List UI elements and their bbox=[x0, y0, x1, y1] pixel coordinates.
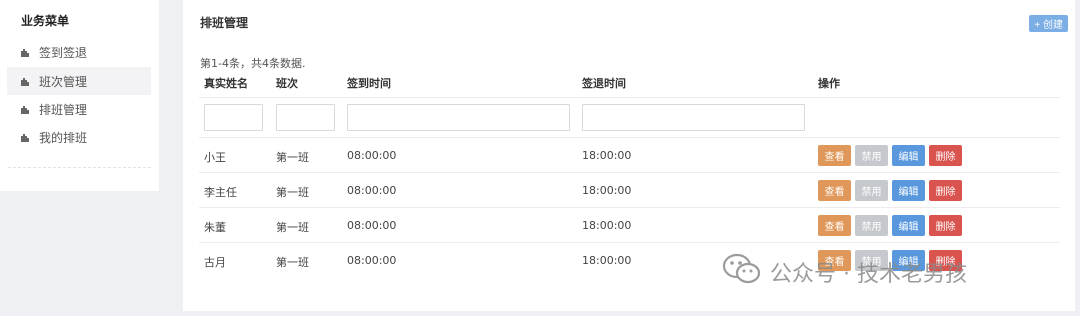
delete-button[interactable]: 删除 bbox=[929, 180, 962, 201]
watermark: 公众号 · 技术老男孩 bbox=[722, 252, 967, 292]
cell-checkout: 18:00:00 bbox=[582, 254, 632, 267]
edit-button[interactable]: 编辑 bbox=[892, 145, 925, 166]
cell-shift: 第一班 bbox=[276, 256, 309, 269]
watermark-text: 公众号 · 技术老男孩 bbox=[770, 262, 967, 287]
disable-button[interactable]: 禁用 bbox=[855, 180, 888, 201]
edit-button[interactable]: 编辑 bbox=[892, 215, 925, 236]
filter-checkin-input[interactable] bbox=[347, 104, 570, 131]
column-header-checkin: 签到时间 bbox=[347, 77, 391, 90]
view-button[interactable]: 查看 bbox=[818, 180, 851, 201]
wechat-logo-icon bbox=[722, 252, 762, 292]
pagination-summary: 第1-4条，共4条数据. bbox=[200, 57, 306, 70]
puzzle-icon bbox=[19, 103, 31, 115]
column-header-actions: 操作 bbox=[818, 77, 840, 90]
sidebar-item-label: 签到签退 bbox=[39, 45, 88, 60]
page-title: 排班管理 bbox=[200, 16, 249, 30]
header-divider bbox=[199, 97, 1060, 98]
disable-button[interactable]: 禁用 bbox=[855, 145, 888, 166]
sidebar-item-my-schedule[interactable]: 我的排班 bbox=[7, 123, 151, 151]
cell-name: 小王 bbox=[204, 151, 226, 164]
column-header-shift: 班次 bbox=[276, 77, 298, 90]
cell-checkin: 08:00:00 bbox=[347, 219, 397, 232]
row-divider bbox=[199, 242, 1060, 243]
cell-name: 朱董 bbox=[204, 221, 226, 234]
cell-checkin: 08:00:00 bbox=[347, 184, 397, 197]
cell-checkin: 08:00:00 bbox=[347, 254, 397, 267]
sidebar-title: 业务菜单 bbox=[21, 14, 70, 28]
edit-button[interactable]: 编辑 bbox=[892, 180, 925, 201]
sidebar-item-label: 我的排班 bbox=[39, 130, 88, 145]
column-header-checkout: 签退时间 bbox=[582, 77, 626, 90]
cell-checkout: 18:00:00 bbox=[582, 149, 632, 162]
view-button[interactable]: 查看 bbox=[818, 215, 851, 236]
sidebar-item-schedule-management[interactable]: 排班管理 bbox=[7, 95, 151, 123]
sidebar-item-sign-in-out[interactable]: 签到签退 bbox=[7, 38, 151, 66]
cell-shift: 第一班 bbox=[276, 186, 309, 199]
delete-button[interactable]: 删除 bbox=[929, 145, 962, 166]
row-divider bbox=[199, 172, 1060, 173]
cell-shift: 第一班 bbox=[276, 221, 309, 234]
sidebar-divider bbox=[8, 167, 151, 168]
row-divider bbox=[199, 207, 1060, 208]
cell-shift: 第一班 bbox=[276, 151, 309, 164]
puzzle-icon bbox=[19, 131, 31, 143]
column-header-name: 真实姓名 bbox=[204, 77, 248, 90]
cell-checkin: 08:00:00 bbox=[347, 149, 397, 162]
puzzle-icon bbox=[19, 46, 31, 58]
filter-shift-input[interactable] bbox=[276, 104, 335, 131]
cell-name: 古月 bbox=[204, 256, 226, 269]
cell-checkout: 18:00:00 bbox=[582, 219, 632, 232]
puzzle-icon bbox=[19, 75, 31, 87]
cell-checkout: 18:00:00 bbox=[582, 184, 632, 197]
sidebar-item-shift-management[interactable]: 班次管理 bbox=[7, 67, 151, 95]
filter-checkout-input[interactable] bbox=[582, 104, 805, 131]
filter-name-input[interactable] bbox=[204, 104, 263, 131]
cell-name: 李主任 bbox=[204, 186, 237, 199]
create-button[interactable]: + 创建 bbox=[1029, 15, 1068, 32]
view-button[interactable]: 查看 bbox=[818, 145, 851, 166]
sidebar-item-label: 排班管理 bbox=[39, 102, 88, 117]
delete-button[interactable]: 删除 bbox=[929, 215, 962, 236]
sidebar: 业务菜单 签到签退 班次管理 排班管理 我的排班 bbox=[0, 0, 159, 191]
sidebar-item-label: 班次管理 bbox=[39, 74, 88, 89]
filter-divider bbox=[199, 137, 1060, 138]
disable-button[interactable]: 禁用 bbox=[855, 215, 888, 236]
